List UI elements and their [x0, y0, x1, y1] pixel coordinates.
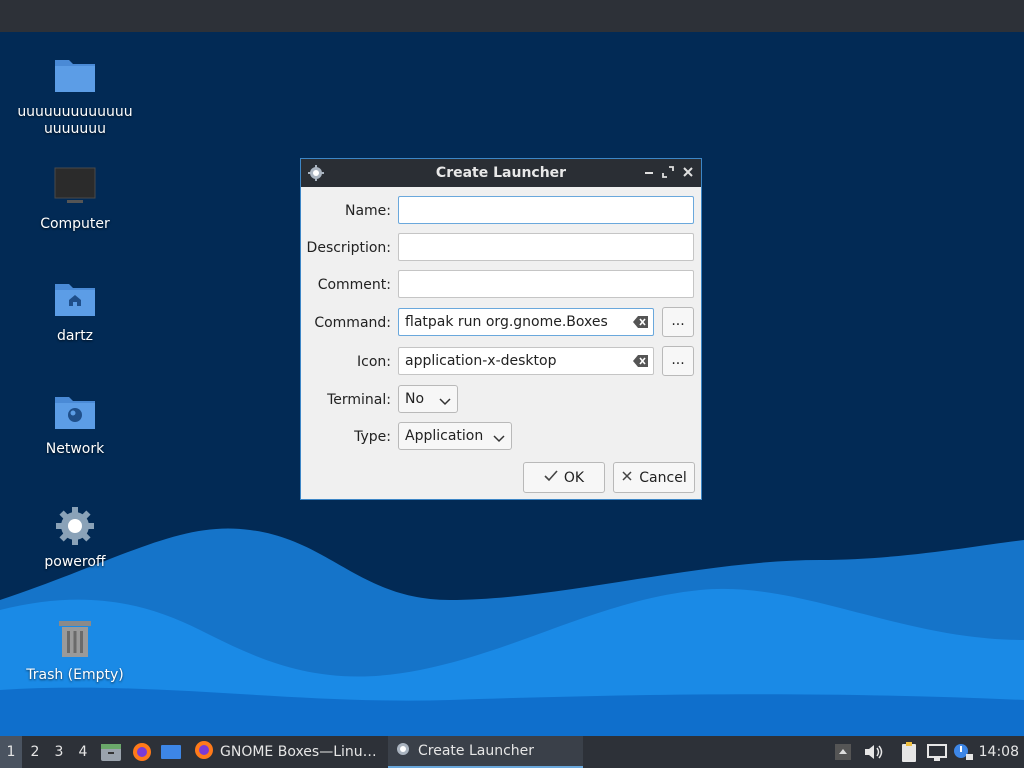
notification-icon[interactable] [952, 742, 974, 762]
comment-label: Comment: [317, 277, 391, 293]
workspace-2[interactable]: 2 [24, 736, 46, 768]
clear-text-icon[interactable] [632, 314, 650, 330]
clipboard-icon[interactable] [898, 742, 920, 762]
network-folder-icon [53, 391, 97, 435]
terminal-row: Terminal: No [301, 385, 701, 415]
cancel-x-icon [621, 470, 633, 486]
desktop-icon-computer[interactable]: Computer [10, 166, 140, 233]
type-select[interactable]: Application [398, 422, 512, 450]
task-label: GNOME Boxes—Linu… [220, 744, 377, 760]
task-create-launcher[interactable]: Create Launcher [388, 736, 583, 768]
tray-arrow-icon[interactable] [834, 742, 856, 762]
desktop-icon-folder[interactable]: uuuuuuuuuuuuuuuuuuuu [10, 54, 140, 138]
top-panel [0, 0, 1024, 32]
name-label: Name: [344, 203, 391, 219]
chevron-down-icon [493, 431, 505, 447]
name-input[interactable] [398, 196, 694, 224]
cancel-label: Cancel [639, 469, 687, 486]
checkmark-icon [544, 469, 558, 486]
type-value: Application [405, 428, 484, 444]
command-row: Command: ... [301, 307, 701, 338]
file-manager-icon[interactable] [100, 742, 122, 762]
desktop-icon-trash[interactable]: Trash (Empty) [10, 617, 140, 684]
task-label: Create Launcher [418, 743, 535, 759]
desktop-icon-dartz[interactable]: dartz [10, 278, 140, 345]
terminal-select[interactable]: No [398, 385, 458, 413]
desktop-icon-label: Computer [40, 216, 110, 232]
gear-icon [53, 504, 97, 548]
clear-text-icon[interactable] [632, 353, 650, 369]
command-input[interactable] [398, 308, 654, 336]
name-row: Name: [301, 196, 701, 226]
workspace-1[interactable]: 1 [0, 736, 22, 768]
network-icon[interactable] [926, 742, 948, 762]
icon-input[interactable] [398, 347, 654, 375]
desktop-icon-label: uuuuuuuuuuuuuuuuuuuu [17, 104, 133, 137]
folder-icon [53, 54, 97, 98]
show-desktop-icon[interactable] [160, 742, 182, 762]
maximize-icon[interactable] [659, 163, 677, 181]
home-folder-icon [53, 278, 97, 322]
desktop-icon-label: dartz [56, 328, 94, 344]
volume-icon[interactable] [862, 742, 884, 762]
browse-command-button[interactable]: ... [662, 307, 694, 337]
type-label: Type: [354, 429, 391, 445]
trash-icon [53, 617, 97, 661]
close-icon[interactable] [679, 163, 697, 181]
ok-label: OK [563, 469, 585, 486]
description-label: Description: [306, 240, 391, 256]
bottom-taskbar: 1 2 3 4 GNOME Boxes—Linu… Create Launche… [0, 736, 1024, 768]
description-input[interactable] [398, 233, 694, 261]
create-launcher-dialog: Create Launcher Name: Description: Comme… [300, 158, 702, 500]
firefox-icon [194, 740, 214, 764]
type-row: Type: Application [301, 422, 701, 452]
task-gnome-boxes[interactable]: GNOME Boxes—Linu… [190, 736, 384, 768]
firefox-icon[interactable] [131, 742, 153, 762]
desktop-icon-poweroff[interactable]: poweroff [10, 504, 140, 571]
clock[interactable]: 14:08 [979, 744, 1019, 760]
cancel-button[interactable]: Cancel [613, 462, 695, 493]
description-row: Description: [301, 233, 701, 263]
command-label: Command: [314, 315, 391, 331]
computer-icon [53, 166, 97, 210]
chevron-down-icon [439, 394, 451, 410]
desktop-icon-label: Trash (Empty) [26, 667, 124, 683]
dialog-titlebar[interactable]: Create Launcher [301, 159, 701, 187]
desktop-icon-label: Network [45, 441, 105, 457]
ok-button[interactable]: OK [523, 462, 605, 493]
comment-row: Comment: [301, 270, 701, 300]
desktop-icon-label: poweroff [44, 554, 106, 570]
comment-input[interactable] [398, 270, 694, 298]
workspace-3[interactable]: 3 [48, 736, 70, 768]
browse-icon-button[interactable]: ... [662, 346, 694, 376]
gear-icon [394, 740, 412, 762]
minimize-icon[interactable] [640, 163, 658, 181]
terminal-label: Terminal: [327, 392, 391, 408]
icon-label: Icon: [357, 354, 391, 370]
workspace-4[interactable]: 4 [72, 736, 94, 768]
terminal-value: No [405, 391, 425, 407]
icon-row: Icon: ... [301, 346, 701, 377]
desktop-icon-network[interactable]: Network [10, 391, 140, 458]
